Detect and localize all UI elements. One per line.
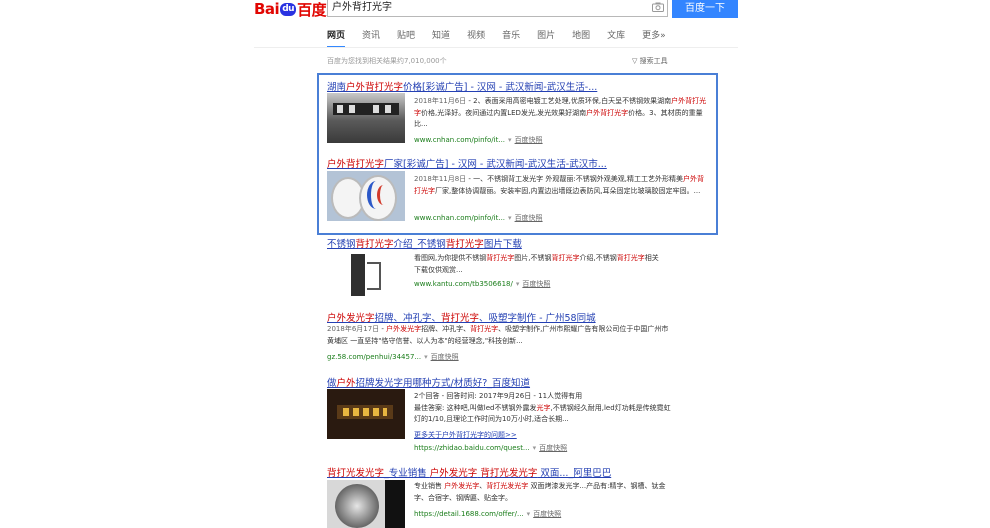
tab-news[interactable]: 资讯 [362,30,380,48]
logo-text-bai: Bai [254,0,280,18]
result-url-line: www.cnhan.com/pinfo/it... ▾ 百度快照 [414,135,543,145]
result-description: 2018年6月17日 - 户外发光字招牌、冲孔字、背打光字、吸塑字制作,广州市熙… [327,324,672,347]
snapshot-link[interactable]: 百度快照 [431,353,459,361]
result-title[interactable]: 户外背打光字厂家[彩诚广告] - 汉网 - 武汉新闻-武汉生活-武汉市... [327,156,607,170]
result-title[interactable]: 做户外招牌发光字用哪种方式/材质好?_百度知道 [327,375,530,389]
result-url-line: gz.58.com/penhui/34457... ▾ 百度快照 [327,352,459,362]
result-thumbnail[interactable] [327,389,405,439]
tab-web[interactable]: 网页 [327,30,346,48]
tab-video[interactable]: 视频 [467,30,485,48]
result-url[interactable]: gz.58.com/penhui/34457... [327,353,421,361]
result-title[interactable]: 背打光发光字_专业销售 户外发光字 背打光发光字 双面..._阿里巴巴 [327,465,611,479]
dropdown-arrow-icon[interactable]: ▾ [533,444,537,452]
result-title[interactable]: 户外发光字招牌、冲孔字、背打光字、吸塑字制作 - 广州58同城 [327,310,596,324]
search-tools-button[interactable]: ▽ 搜索工具 [632,56,668,66]
result-thumbnail[interactable] [327,250,405,300]
result-url[interactable]: https://zhidao.baidu.com/quest... [414,444,530,452]
tab-wenku[interactable]: 文库 [607,30,625,48]
snapshot-link[interactable]: 百度快照 [515,214,543,222]
result-thumbnail[interactable] [327,93,405,143]
result-url[interactable]: www.kantu.com/tb3506618/ [414,280,513,288]
snapshot-link[interactable]: 百度快照 [522,280,550,288]
result-date: 2018年6月17日 [327,325,380,333]
tabs-divider [254,47,738,48]
camera-icon[interactable] [652,2,664,12]
result-description: 2018年11月8日 - 一、不锈钢背工发光字 外观靓丽:不锈钢外观美观,精工工… [414,174,709,197]
dropdown-arrow-icon[interactable]: ▾ [424,353,428,361]
result-date: 2018年11月6日 [414,97,467,105]
result-thumbnail[interactable] [327,480,405,528]
result-snippet: 2个回答 - 回答时间: 2017年9月26日 - 11人觉得有用 最佳答案: 这… [414,392,671,424]
dropdown-arrow-icon[interactable]: ▾ [527,510,531,518]
result-thumbnail[interactable] [327,171,405,221]
baidu-logo[interactable]: Bai du 百度 [254,0,327,19]
result-date: 2018年11月8日 [414,175,467,183]
more-questions-link[interactable]: 更多关于户外背打光字的问题>> [414,430,517,440]
result-url[interactable]: https://detail.1688.com/offer/... [414,510,524,518]
tab-more[interactable]: 更多» [642,30,666,48]
result-description: 看图网,为你提供不锈钢背打光字图片,不锈钢背打光字介绍,不锈钢背打光字相关下载仅… [414,253,664,276]
nav-tabs: 网页 资讯 贴吧 知道 视频 音乐 图片 地图 文库 更多» [327,30,683,48]
dropdown-arrow-icon[interactable]: ▾ [508,136,512,144]
tab-tieba[interactable]: 贴吧 [397,30,415,48]
dropdown-arrow-icon[interactable]: ▾ [516,280,520,288]
tab-music[interactable]: 音乐 [502,30,520,48]
result-url-line: www.kantu.com/tb3506618/▾ 百度快照 [414,279,550,289]
filter-icon: ▽ [632,57,638,65]
result-title[interactable]: 不锈钢背打光字介绍_不锈钢背打光字图片下载 [327,236,522,250]
result-description: 专业销售 户外发光字、背打光发光字 双面烤漆发光字...产品有:精字、钢槽、钛金… [414,481,674,504]
result-url[interactable]: www.cnhan.com/pinfo/it... [414,214,505,222]
tab-images[interactable]: 图片 [537,30,555,48]
result-title[interactable]: 湖南户外背打光字价格[彩诚广告] - 汉网 - 武汉新闻-武汉生活-... [327,79,597,93]
result-url-line: https://detail.1688.com/offer/... ▾ 百度快照 [414,509,561,519]
logo-text-baidu: 百度 [297,0,327,19]
snapshot-link[interactable]: 百度快照 [539,444,567,452]
snapshot-link[interactable]: 百度快照 [533,510,561,518]
snapshot-link[interactable]: 百度快照 [515,136,543,144]
paw-icon: du [280,2,297,16]
search-button[interactable]: 百度一下 [672,0,738,18]
result-count: 百度为您找到相关结果约7,010,000个 [327,57,447,65]
result-url[interactable]: www.cnhan.com/pinfo/it... [414,136,505,144]
result-snippet: - 户外发光字招牌、冲孔字、背打光字、吸塑字制作,广州市熙耀广告有限公司位于中国… [327,325,669,345]
result-snippet: 看图网,为你提供不锈钢背打光字图片,不锈钢背打光字介绍,不锈钢背打光字相关下载仅… [414,254,659,274]
result-snippet: 专业销售 户外发光字、背打光发光字 双面烤漆发光字...产品有:精字、钢槽、钛金… [414,482,666,502]
result-url-line: https://zhidao.baidu.com/quest... ▾ 百度快照 [414,443,567,453]
tab-zhidao[interactable]: 知道 [432,30,450,48]
tab-map[interactable]: 地图 [572,30,590,48]
result-description: 2个回答 - 回答时间: 2017年9月26日 - 11人觉得有用 最佳答案: 这… [414,391,674,426]
search-input[interactable]: 户外背打光字 [327,0,668,17]
search-tools-label: 搜索工具 [639,57,668,65]
result-url-line: www.cnhan.com/pinfo/it... ▾ 百度快照 [414,213,543,223]
dropdown-arrow-icon[interactable]: ▾ [508,214,512,222]
result-description: 2018年11月6日 - 2、表面采用高密电镀工艺处理,优质环保,白天呈不锈钢效… [414,96,709,131]
